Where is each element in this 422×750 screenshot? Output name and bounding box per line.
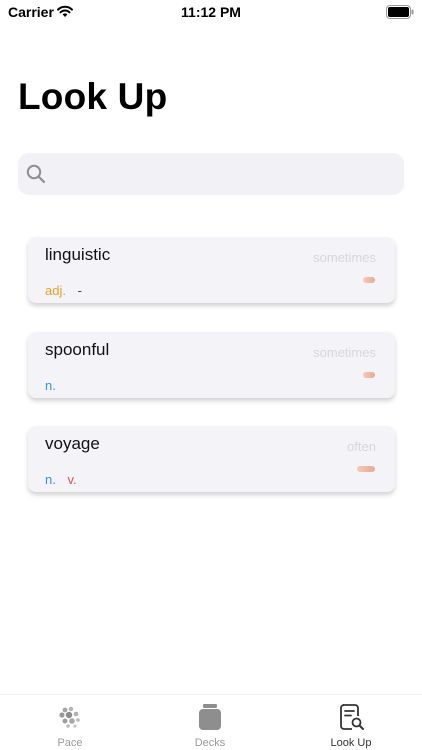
word-title: spoonful [45,340,110,359]
screen: Carrier 11:12 PM Look Up linguistic some… [0,0,422,750]
part-of-speech: n. v. [45,472,77,487]
page-title: Look Up [18,76,168,117]
frequency-label: sometimes [313,345,376,360]
frequency-bar [357,466,375,472]
pos-tag-v: v. [67,472,77,487]
pace-dots-icon [59,706,80,728]
word-card-spoonful[interactable]: spoonful sometimes n. [28,332,395,398]
tab-pace[interactable]: Pace [30,695,110,750]
definition-text: - [77,283,82,298]
search-input[interactable] [54,153,394,195]
frequency-bar [363,277,375,283]
battery-icon [386,5,414,19]
part-of-speech: adj. - [45,283,82,298]
word-title: linguistic [45,245,111,264]
deck-jar-icon [199,704,221,730]
lookup-document-icon [340,704,364,730]
word-title: voyage [45,434,100,453]
tab-label: Pace [57,737,83,749]
search-icon [26,164,46,184]
search-bar[interactable] [18,153,404,195]
tab-label: Decks [194,737,226,749]
tab-bar: Pace Decks Look Up [0,694,422,750]
tab-label: Look Up [330,737,372,749]
status-bar: Carrier 11:12 PM [0,0,422,24]
frequency-bar [363,372,375,378]
word-card-linguistic[interactable]: linguistic sometimes adj. - [28,237,395,303]
tab-look-up[interactable]: Look Up [311,695,391,750]
frequency-label: often [347,439,376,454]
pos-tag-n: n. [45,378,56,393]
frequency-label: sometimes [313,250,376,265]
pos-tag-n: n. [45,472,56,487]
status-time: 11:12 PM [181,4,241,20]
part-of-speech: n. [45,378,56,393]
tab-decks[interactable]: Decks [170,695,250,750]
pos-tag-adj: adj. [45,283,66,298]
word-card-voyage[interactable]: voyage often n. v. [28,426,395,492]
